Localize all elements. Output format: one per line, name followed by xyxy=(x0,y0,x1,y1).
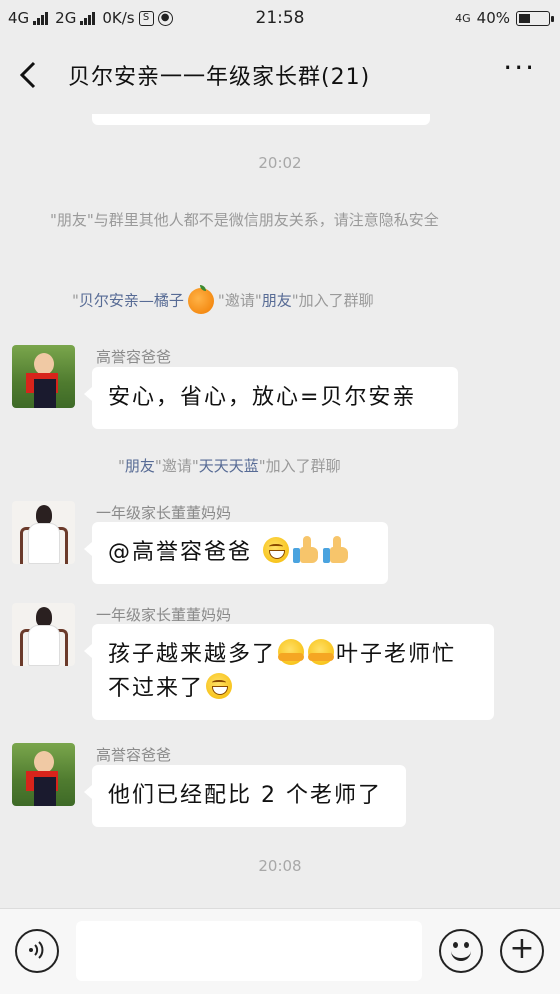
battery-percent: 40% xyxy=(476,9,510,27)
hug-emoji-icon xyxy=(278,639,305,665)
message-input[interactable] xyxy=(76,921,422,981)
invitee-link[interactable]: 天天天蓝 xyxy=(199,457,259,475)
invitee-link[interactable]: 朋友 xyxy=(262,292,292,310)
inviter-link[interactable]: 朋友 xyxy=(125,457,155,475)
plus-icon[interactable]: + xyxy=(500,929,544,973)
timestamp: 20:08 xyxy=(258,857,302,875)
invite-notice-2: "朋友"邀请"天天天蓝"加入了群聊 xyxy=(118,457,341,475)
message-text: @高誉容爸爸 xyxy=(108,540,253,565)
thumbs-up-emoji-icon xyxy=(323,536,349,564)
sender-name: 一年级家长董董妈妈 xyxy=(96,606,232,624)
message-text: 他们已经配比 2 个老师了 xyxy=(108,783,382,808)
grin-emoji-icon xyxy=(206,673,233,699)
avatar[interactable] xyxy=(12,501,75,564)
sender-name: 高誉容爸爸 xyxy=(96,348,172,366)
chat-header: 贝尔安亲一一年级家长群(21) ··· xyxy=(0,36,560,114)
input-bar: + xyxy=(0,908,560,994)
timestamp: 20:02 xyxy=(258,154,302,172)
message-bubble[interactable]: 安心，省心，放心=贝尔安亲 xyxy=(84,367,458,429)
status-bar: 4G 2G 0K/s S ● 21:58 4G 40% xyxy=(0,0,560,36)
invite-notice-1: "贝尔安亲—橘子 "邀请"朋友"加入了群聊 xyxy=(72,285,542,314)
status-right: 4G 40% xyxy=(455,9,554,27)
message-text: 不过来了 xyxy=(108,676,205,701)
avatar[interactable] xyxy=(12,345,75,408)
sender-name: 高誉容爸爸 xyxy=(96,746,172,764)
avatar[interactable] xyxy=(12,743,75,806)
message-text: 安心，省心，放心=贝尔安亲 xyxy=(108,385,417,410)
chat-title: 贝尔安亲一一年级家长群(21) xyxy=(68,65,371,90)
sender-name: 一年级家长董董妈妈 xyxy=(96,504,232,522)
voice-icon[interactable] xyxy=(15,929,59,973)
chat-area[interactable]: 20:02 "朋友"与群里其他人都不是微信朋友关系，请注意隐私安全 "贝尔安亲—… xyxy=(0,114,560,908)
inviter-link[interactable]: 贝尔安亲—橘子 xyxy=(79,292,184,310)
thumbs-up-emoji-icon xyxy=(293,536,319,564)
message-bubble[interactable]: @高誉容爸爸 xyxy=(84,522,388,584)
chevron-left-icon[interactable] xyxy=(18,60,38,96)
avatar[interactable] xyxy=(12,603,75,666)
grin-emoji-icon xyxy=(263,537,290,563)
battery-icon xyxy=(516,10,554,26)
message-bubble[interactable]: 他们已经配比 2 个老师了 xyxy=(84,765,406,827)
system-notice: "朋友"与群里其他人都不是微信朋友关系，请注意隐私安全 xyxy=(50,211,439,229)
hug-emoji-icon xyxy=(308,639,335,665)
message-bubble[interactable]: 孩子越来越多了 叶子老师忙 不过来了 xyxy=(84,624,494,720)
network-label-right: 4G xyxy=(455,11,471,25)
orange-emoji-icon xyxy=(187,285,214,314)
more-dots-icon[interactable]: ··· xyxy=(503,54,536,82)
message-text: 孩子越来越多了 xyxy=(108,642,277,667)
message-text: 叶子老师忙 xyxy=(336,642,457,667)
message-bubble-partial xyxy=(92,114,430,125)
emoji-icon[interactable] xyxy=(439,929,483,973)
